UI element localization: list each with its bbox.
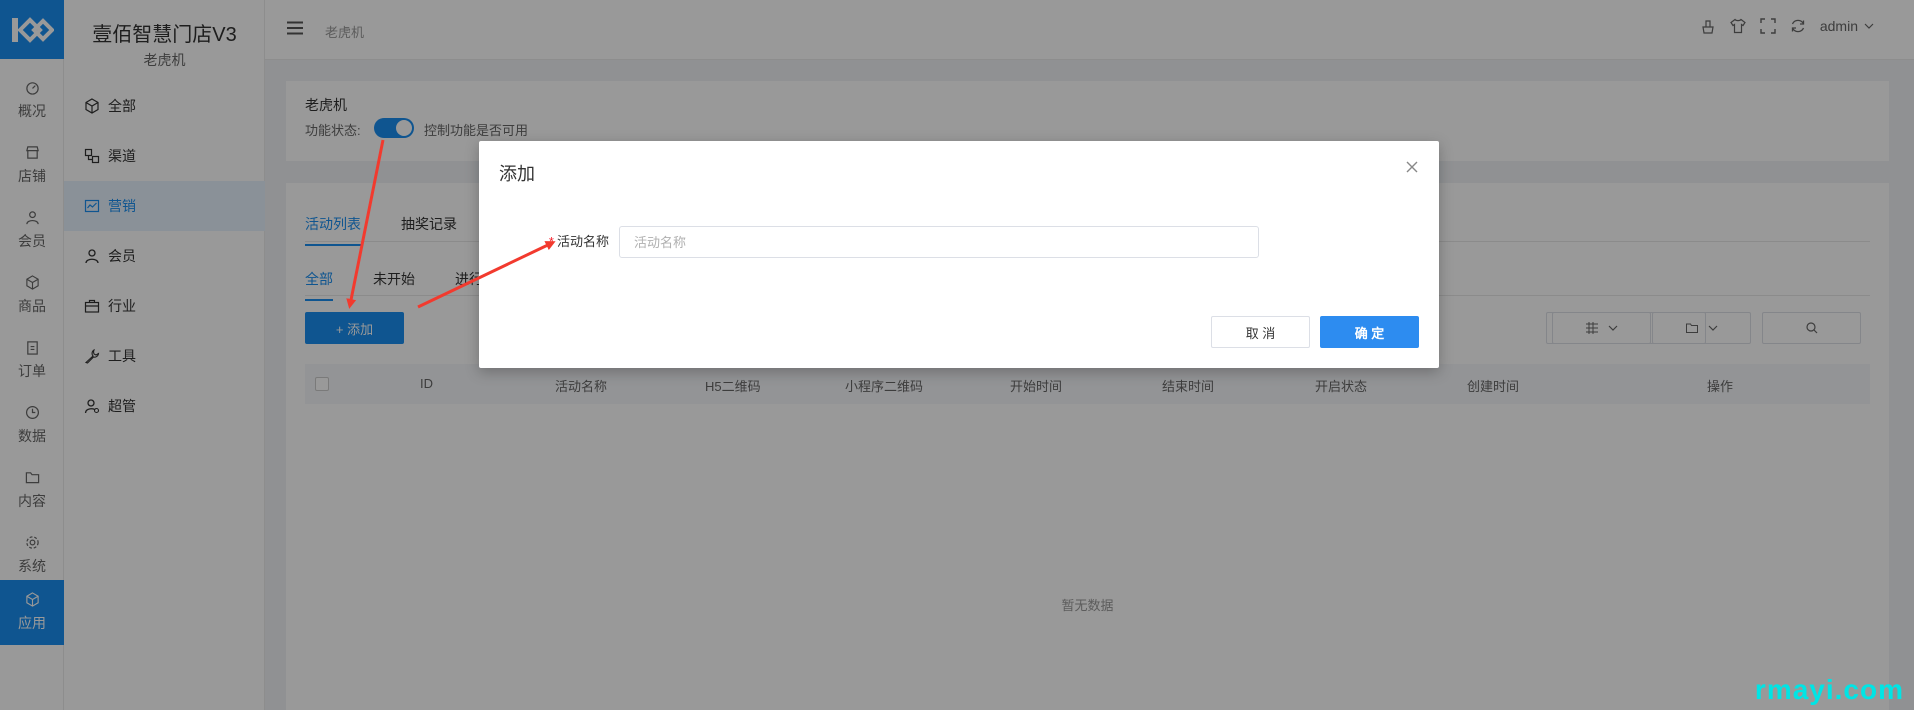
arrow-to-name-field xyxy=(417,241,556,309)
watermark: rmayi.com xyxy=(1754,674,1904,705)
annotation-arrows xyxy=(346,139,556,309)
arrow-to-add-button xyxy=(346,139,385,309)
